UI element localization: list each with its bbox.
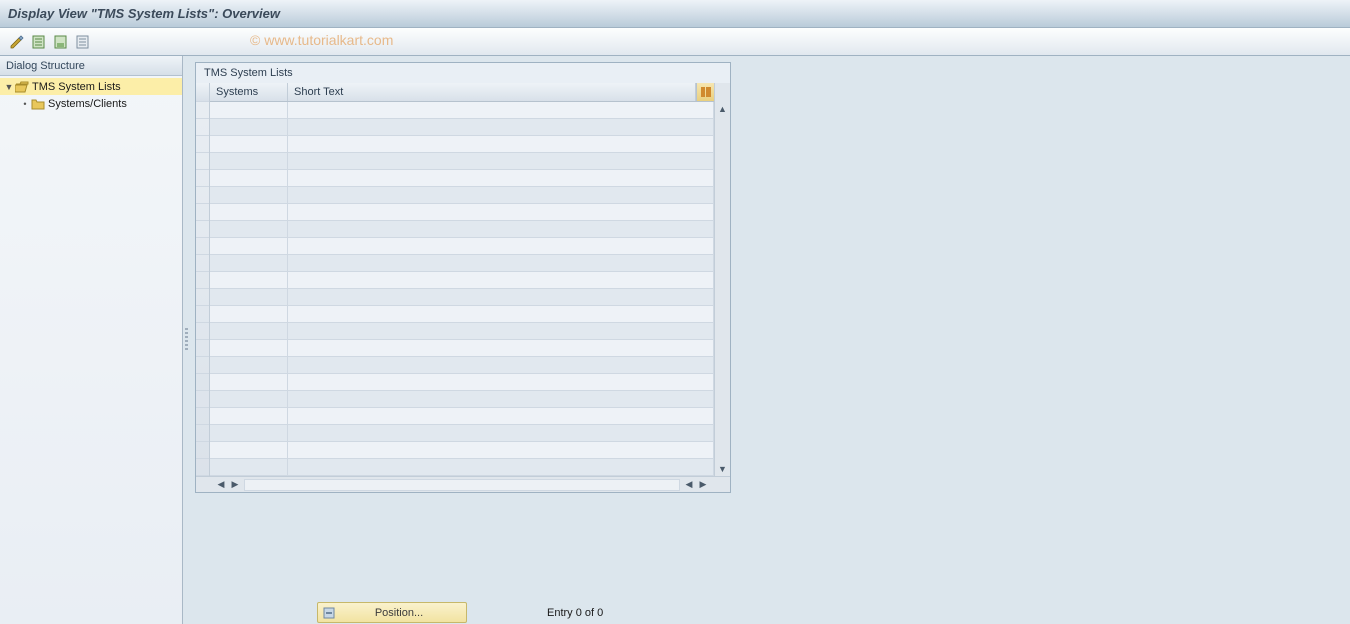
vertical-scrollbar[interactable]: ▲ ▼ xyxy=(714,83,730,476)
scroll-left2-icon[interactable]: ◀ xyxy=(682,478,696,492)
grid-title: TMS System Lists xyxy=(196,63,730,83)
table-row[interactable] xyxy=(210,374,714,391)
table-row[interactable] xyxy=(210,357,714,374)
titlebar: Display View "TMS System Lists": Overvie… xyxy=(0,0,1350,28)
position-button-label: Position... xyxy=(342,607,466,619)
scroll-up-icon[interactable]: ▲ xyxy=(716,102,730,116)
column-header-shorttext[interactable]: Short Text xyxy=(288,83,696,101)
scroll-left-icon[interactable]: ◀ xyxy=(214,478,228,492)
table-row[interactable] xyxy=(210,306,714,323)
table-row[interactable] xyxy=(210,408,714,425)
table-row[interactable] xyxy=(210,221,714,238)
row-header[interactable] xyxy=(196,119,209,136)
scroll-right2-icon[interactable]: ▶ xyxy=(696,478,710,492)
tree-body: ▼ TMS System Lists • Systems/Clients xyxy=(0,76,182,624)
table-settings-icon[interactable] xyxy=(696,83,714,101)
content-area: TMS System Lists xyxy=(189,56,1350,624)
entry-count-text: Entry 0 of 0 xyxy=(547,607,603,619)
row-header[interactable] xyxy=(196,289,209,306)
grid-tms-system-lists: TMS System Lists xyxy=(195,62,731,493)
toolbar: © www.tutorialkart.com xyxy=(0,28,1350,56)
row-header[interactable] xyxy=(196,374,209,391)
row-header[interactable] xyxy=(196,340,209,357)
column-header-systems[interactable]: Systems xyxy=(210,83,288,101)
row-header[interactable] xyxy=(196,425,209,442)
row-header[interactable] xyxy=(196,408,209,425)
row-header[interactable] xyxy=(196,391,209,408)
table-row[interactable] xyxy=(210,425,714,442)
grid-rows xyxy=(210,102,714,476)
row-header[interactable] xyxy=(196,357,209,374)
tree-node-label: TMS System Lists xyxy=(30,81,121,93)
table-row[interactable] xyxy=(210,272,714,289)
table-row[interactable] xyxy=(210,459,714,476)
change-icon[interactable] xyxy=(8,33,26,51)
row-header-column xyxy=(196,83,210,476)
table-row[interactable] xyxy=(210,255,714,272)
tree-node-systems-clients[interactable]: • Systems/Clients xyxy=(0,95,182,112)
row-header[interactable] xyxy=(196,306,209,323)
folder-open-icon xyxy=(14,81,30,93)
table-row[interactable] xyxy=(210,238,714,255)
row-header[interactable] xyxy=(196,187,209,204)
position-icon xyxy=(322,606,336,620)
row-header[interactable] xyxy=(196,459,209,476)
row-header[interactable] xyxy=(196,323,209,340)
row-header[interactable] xyxy=(196,442,209,459)
grid-body: Systems Short Text xyxy=(196,83,730,476)
folder-closed-icon xyxy=(30,98,46,110)
tree-node-label: Systems/Clients xyxy=(46,98,127,110)
scroll-down-icon[interactable]: ▼ xyxy=(716,462,730,476)
row-header[interactable] xyxy=(196,272,209,289)
row-header[interactable] xyxy=(196,136,209,153)
row-header-top xyxy=(196,83,209,102)
table-row[interactable] xyxy=(210,391,714,408)
table-row[interactable] xyxy=(210,204,714,221)
table-row[interactable] xyxy=(210,442,714,459)
horizontal-scrollbar[interactable]: ◀ ▶ ◀ ▶ xyxy=(196,476,730,492)
grid-columns: Systems Short Text xyxy=(210,83,714,476)
row-header[interactable] xyxy=(196,221,209,238)
dialog-structure-panel: Dialog Structure ▼ TMS System Lists • Sy… xyxy=(0,56,183,624)
table-row[interactable] xyxy=(210,187,714,204)
table-row[interactable] xyxy=(210,289,714,306)
table-row[interactable] xyxy=(210,323,714,340)
tree-collapse-icon[interactable]: ▼ xyxy=(4,82,14,92)
scroll-right-icon[interactable]: ▶ xyxy=(228,478,242,492)
column-header-row: Systems Short Text xyxy=(210,83,714,102)
row-header[interactable] xyxy=(196,238,209,255)
row-header[interactable] xyxy=(196,170,209,187)
row-header[interactable] xyxy=(196,153,209,170)
watermark: © www.tutorialkart.com xyxy=(250,32,393,48)
hscroll-track[interactable] xyxy=(244,479,680,491)
print-icon[interactable] xyxy=(74,33,92,51)
row-header[interactable] xyxy=(196,204,209,221)
row-header[interactable] xyxy=(196,102,209,119)
table-row[interactable] xyxy=(210,136,714,153)
tree-node-tms-system-lists[interactable]: ▼ TMS System Lists xyxy=(0,78,182,95)
table-row[interactable] xyxy=(210,119,714,136)
table-row[interactable] xyxy=(210,170,714,187)
footer: Position... Entry 0 of 0 xyxy=(195,602,995,623)
table-row[interactable] xyxy=(210,340,714,357)
titlebar-text: Display View "TMS System Lists": Overvie… xyxy=(8,6,280,21)
main: Dialog Structure ▼ TMS System Lists • Sy… xyxy=(0,56,1350,624)
table-row[interactable] xyxy=(210,153,714,170)
position-button[interactable]: Position... xyxy=(317,602,467,623)
select-all-icon[interactable] xyxy=(30,33,48,51)
tree-header: Dialog Structure xyxy=(0,56,182,76)
table-row[interactable] xyxy=(210,102,714,119)
tree-bullet-icon: • xyxy=(20,99,30,109)
row-header[interactable] xyxy=(196,255,209,272)
save-icon[interactable] xyxy=(52,33,70,51)
